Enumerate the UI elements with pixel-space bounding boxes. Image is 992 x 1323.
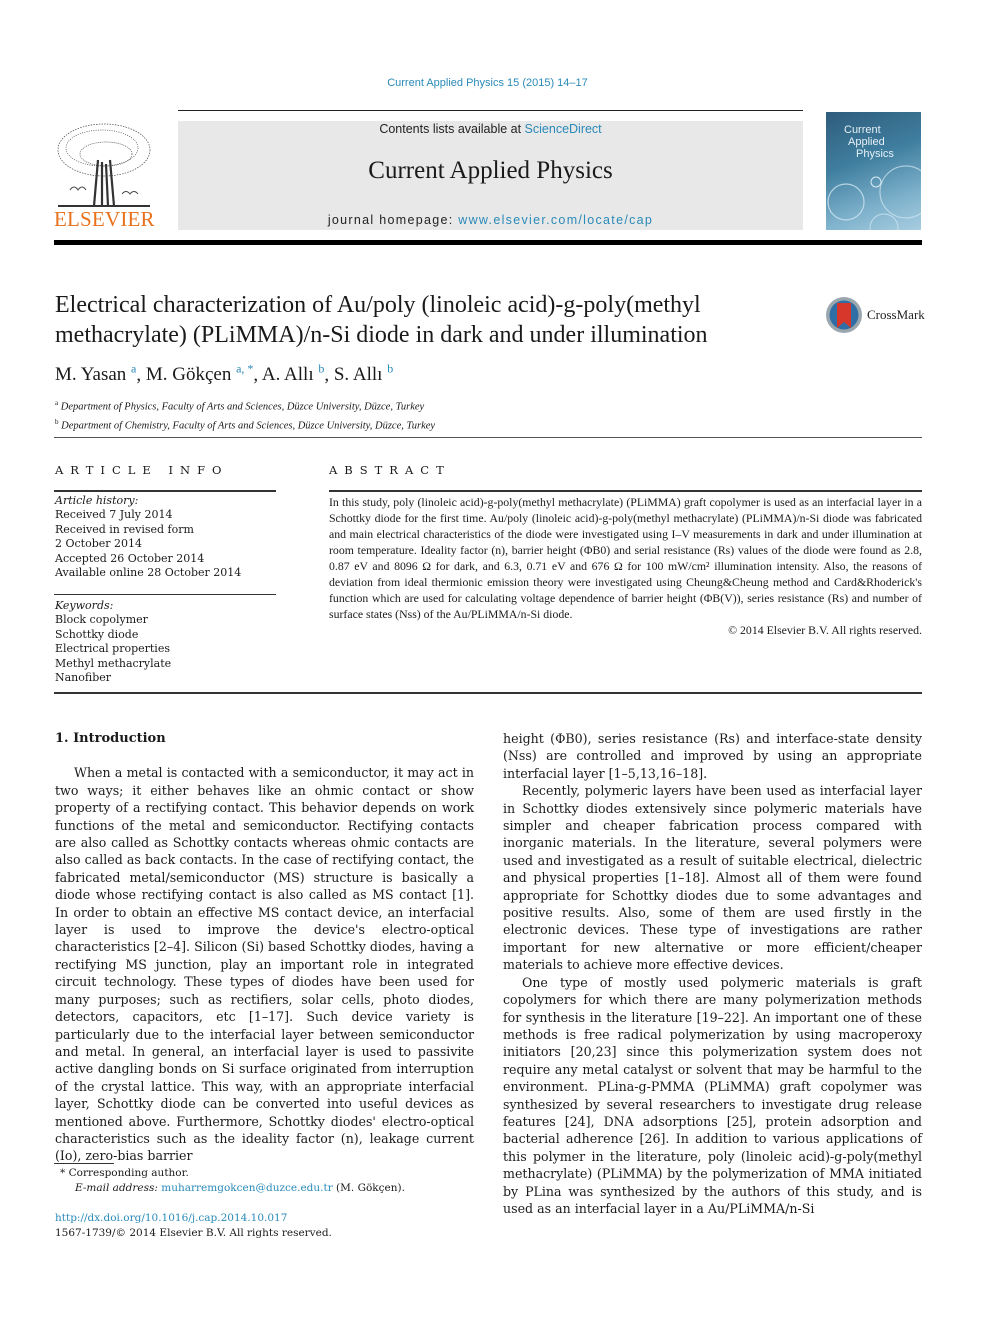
author[interactable]: M. Gökçen a, * [146,362,254,385]
paragraph: Recently, polymeric layers have been use… [503,783,922,973]
crossmark-label: CrossMark [867,307,925,322]
sciencedirect-link[interactable]: ScienceDirect [525,122,602,136]
abstract: In this study, poly (linoleic acid)-g-po… [329,494,922,638]
body-column-right: height (ΦB0), series resistance (Rs) and… [503,730,922,1217]
history-item: Available online 28 October 2014 [55,566,242,580]
journal-cover-image[interactable]: Current Applied Physics [826,112,921,230]
cover-bubbles-icon [827,165,921,230]
affiliation-mark: a [55,399,59,407]
affiliation-mark: b [55,417,59,426]
issn-line: 1567-1739/© 2014 Elsevier B.V. All right… [55,1227,332,1239]
abstract-copyright: © 2014 Elsevier B.V. All rights reserved… [728,623,922,637]
history-item: Received 7 July 2014 [55,508,173,522]
author[interactable]: S. Allı b [334,362,393,385]
history-item: Received in revised form [55,522,194,536]
contents-line: Contents lists available at ScienceDirec… [178,122,803,136]
header-rule-bottom [54,240,922,245]
author-name[interactable]: M. Gökçen [146,364,231,385]
divider [54,490,276,492]
article-info-heading: ARTICLE INFO [55,463,229,477]
author-list: M. Yasan a, M. Gökçen a, *, A. Allı b, S… [55,362,394,386]
abstract-text: In this study, poly (linoleic acid)-g-po… [329,495,922,621]
history-item: 2 October 2014 [55,537,143,551]
divider [54,594,276,595]
elsevier-tree-icon [57,123,151,207]
contents-prefix: Contents lists available at [379,122,525,136]
email-note: E-mail address: muharremgokcen@duzce.edu… [60,1181,405,1196]
section-heading: 1. Introduction [55,731,166,746]
keyword: Nanofiber [55,671,112,685]
homepage-link[interactable]: www.elsevier.com/locate/cap [458,213,653,227]
affiliation: b Department of Chemistry, Faculty of Ar… [55,415,435,434]
article-title: Electrical characterization of Au/poly (… [55,292,708,348]
author-name[interactable]: A. Allı [262,364,314,385]
paragraph: When a metal is contacted with a semicon… [55,765,474,1164]
body-column-left: 1. Introduction When a metal is contacte… [55,730,474,1165]
homepage-prefix: journal homepage: [327,213,459,227]
corresponding-author-note: * Corresponding author. [60,1167,189,1179]
email-suffix: (M. Gökçen). [332,1182,405,1194]
author-name[interactable]: M. Yasan [55,364,126,385]
author-affiliation-mark[interactable]: a [131,362,136,376]
author-name[interactable]: S. Allı [334,364,383,385]
affiliation-text: Department of Physics, Faculty of Arts a… [60,401,425,413]
cover-title-line: Physics [856,148,894,160]
history-item: Accepted 26 October 2014 [55,551,205,565]
history-label: Article history: [55,494,139,507]
journal-reference-link[interactable]: Current Applied Physics 15 (2015) 14–17 [387,77,588,89]
author[interactable]: M. Yasan a [55,362,136,385]
author-affiliation-mark[interactable]: b [387,362,393,376]
keyword: Electrical properties [55,642,170,656]
divider [54,692,922,694]
journal-name: Current Applied Physics [368,157,613,184]
doi-block: http://dx.doi.org/10.1016/j.cap.2014.10.… [55,1211,332,1241]
keyword: Methyl methacrylate [55,656,172,670]
email-label: E-mail address: [75,1182,162,1194]
affiliations: a Department of Physics, Faculty of Arts… [55,396,435,433]
header-rule-top [178,110,803,111]
author-affiliation-mark[interactable]: b [318,362,324,376]
keyword: Schottky diode [55,627,139,641]
crossmark-icon [826,297,862,333]
crossmark-button[interactable]: CrossMark [825,296,925,334]
paragraph: One type of mostly used polymeric materi… [503,974,922,1216]
homepage-line: journal homepage: www.elsevier.com/locat… [178,213,803,227]
cover-title-line: Current [844,124,881,136]
keywords-label: Keywords: [55,599,114,612]
author[interactable]: A. Allı b [262,362,324,385]
footnote-rule [54,1163,114,1164]
journal-header-box: Contents lists available at ScienceDirec… [178,121,803,230]
doi-link[interactable]: http://dx.doi.org/10.1016/j.cap.2014.10.… [55,1212,287,1224]
paragraph: height (ΦB0), series resistance (Rs) and… [503,731,922,781]
affiliation-text: Department of Chemistry, Faculty of Arts… [61,420,436,431]
divider [54,437,922,438]
author-affiliation-mark[interactable]: a, * [236,362,253,376]
elsevier-wordmark: ELSEVIER [54,207,155,231]
email-link[interactable]: muharremgokcen@duzce.edu.tr [161,1182,332,1194]
cover-title: Current Applied Physics [844,124,894,160]
elsevier-logo[interactable]: ELSEVIER [54,120,155,232]
keyword: Block copolymer [55,613,148,627]
article-history: Article history: Received 7 July 2014 Re… [55,494,241,580]
affiliation: a Department of Physics, Faculty of Arts… [55,396,435,415]
cover-title-line: Applied [848,136,885,148]
keywords: Keywords: Block copolymer Schottky diode… [55,599,171,685]
footnotes: * Corresponding author. E-mail address: … [60,1166,405,1196]
journal-reference[interactable]: Current Applied Physics 15 (2015) 14–17 [0,77,975,89]
abstract-heading: ABSTRACT [329,463,451,477]
divider [329,490,922,492]
